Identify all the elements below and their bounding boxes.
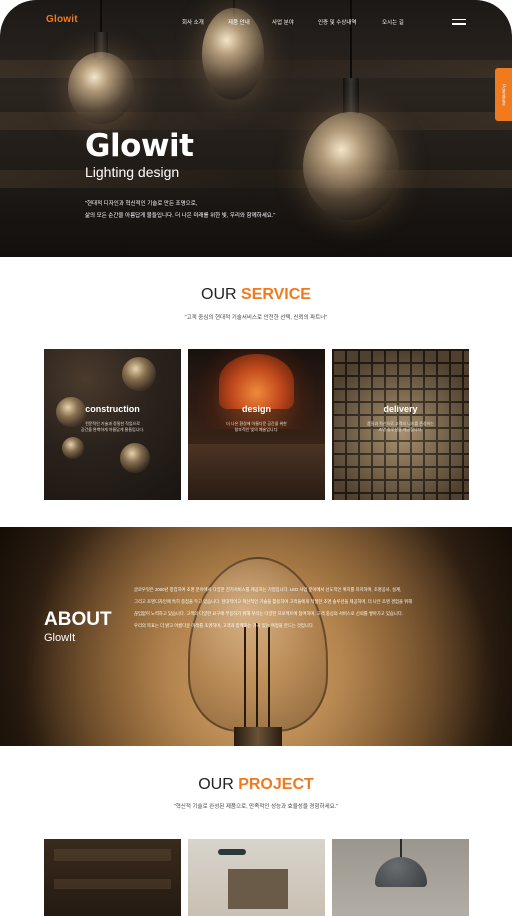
top-navigation: Glowit 회사 소개 제품 안내 사업 분야 인증 및 수상내역 오시는 길 (0, 14, 512, 32)
service-card-desc-line: 공간을 완벽하게 아름답게 물들입니다. (80, 427, 145, 432)
service-title-accent: SERVICE (241, 286, 311, 303)
about-title: ABOUT (44, 609, 112, 630)
hanging-bulb (68, 52, 134, 124)
hero-desc-line: "현대적 디자인과 혁신적인 기술로 만든 조명으로, (85, 201, 198, 207)
edison-bulb-base (234, 727, 282, 746)
side-tab[interactable]: Potentiaire (495, 68, 512, 121)
logo[interactable]: Glowit (46, 14, 78, 25)
service-card-desc: 품질과 혁신으로 고객의 니즈를 존중하는 조명 솔루션을 제공합니다. (346, 421, 455, 433)
about-text-line: 끊임없이 노력하고 있습니다. 고객의 다양한 요구에 부응하기 위해 우리는 … (134, 611, 403, 616)
project-beam (54, 849, 171, 861)
hero-desc-line: 삶의 모든 순간을 아름답게 물들입니다. 더 나은 미래를 위한 빛, 우리와… (85, 213, 276, 219)
service-card-desc-line: 조명 솔루션을 제공합니다. (378, 427, 423, 432)
ceiling-beam (0, 112, 512, 130)
lamp-shade (219, 354, 294, 409)
service-card-design[interactable]: design 더 나은 환경에 아름다운 공간을 위한 창조적인 빛의 예술입니다… (188, 349, 325, 500)
project-lamp (218, 849, 246, 855)
project-card[interactable] (188, 839, 325, 916)
bulb-cap (343, 78, 359, 114)
ceiling-beam (0, 170, 512, 188)
hero-section: Glowit 회사 소개 제품 안내 사업 분야 인증 및 수상내역 오시는 길… (0, 0, 512, 257)
desk (188, 444, 325, 500)
hamburger-menu-icon[interactable] (452, 19, 466, 26)
about-text: 글로우잇은 2000년 창업하여 조명 분야에서 다양한 전기서비스를 제공하는… (134, 584, 464, 632)
about-section: ABOUT GlowIt 글로우잇은 2000년 창업하여 조명 분야에서 다양… (0, 527, 512, 746)
service-title: OUR SERVICE (0, 286, 512, 304)
hanging-bulb (303, 112, 399, 220)
hero-description: "현대적 디자인과 혁신적인 기술로 만든 조명으로, 삶의 모든 순간을 아름… (85, 198, 275, 222)
filament (244, 627, 246, 727)
pendant-cord (400, 839, 402, 857)
project-card[interactable] (44, 839, 181, 916)
service-card-label: design (241, 404, 271, 414)
service-card-desc: 전문적인 기술과 정밀한 작업으로 공간을 완벽하게 아름답게 물들입니다. (58, 421, 167, 433)
project-title: OUR PROJECT (0, 776, 512, 794)
filament (256, 623, 258, 727)
filament (268, 627, 270, 727)
about-subtitle: GlowIt (44, 632, 76, 644)
project-card[interactable] (332, 839, 469, 916)
side-tab-label: Potentiaire (501, 83, 506, 106)
about-text-line: 글로우잇은 2000년 창업하여 조명 분야에서 다양한 전기서비스를 제공하는… (134, 587, 402, 592)
nav-item-certifications[interactable]: 인증 및 수상내역 (318, 18, 356, 26)
service-card-desc: 더 나은 환경에 아름다운 공간을 위한 창조적인 빛의 예술입니다. (202, 421, 311, 433)
service-title-prefix: OUR (201, 286, 242, 303)
page: Glowit 회사 소개 제품 안내 사업 분야 인증 및 수상내역 오시는 길… (0, 0, 512, 916)
glass-orb (122, 357, 156, 391)
service-card-construction[interactable]: construction 전문적인 기술과 정밀한 작업으로 공간을 완벽하게 아… (44, 349, 181, 500)
project-title-accent: PROJECT (238, 776, 314, 793)
project-title-prefix: OUR (198, 776, 239, 793)
bulb-wire (350, 0, 352, 80)
service-subtitle: "고객 중심의 현대적 기술서비스로 안전한 선택, 신뢰의 파트너" (184, 315, 328, 321)
project-subtitle: "혁신적 기술로 완성된 제품으로, 만족적인 성능과 효율성을 경험하세요." (173, 804, 339, 810)
service-card-label: delivery (383, 404, 418, 414)
project-beam (54, 879, 171, 889)
service-card-label: construction (85, 404, 140, 414)
service-card-desc-line: 창조적인 빛의 예술입니다. (234, 427, 279, 432)
pendant-lamp (375, 857, 427, 887)
nav-item-company[interactable]: 회사 소개 (182, 18, 204, 26)
glass-orb (120, 443, 150, 473)
nav-item-products[interactable]: 제품 안내 (228, 18, 250, 26)
about-text-line: 우리의 목표는 더 밝고 아름다운 미래를 조명하며, 고객과 함께하는 가치 … (134, 623, 314, 628)
nav-item-location[interactable]: 오시는 길 (382, 18, 404, 26)
hero-subtitle: Lighting design (85, 164, 180, 180)
hero-title: Glowit (85, 128, 194, 164)
nav-item-business[interactable]: 사업 분야 (272, 18, 294, 26)
about-text-line: 그리고 조명디자인에 특히 중점을 두고 있습니다. 현대적이고 혁신적인 기술… (134, 599, 413, 604)
glass-orb (62, 437, 84, 459)
project-shelf (228, 869, 288, 909)
service-card-delivery[interactable]: delivery 품질과 혁신으로 고객의 니즈를 존중하는 조명 솔루션을 제공… (332, 349, 469, 500)
